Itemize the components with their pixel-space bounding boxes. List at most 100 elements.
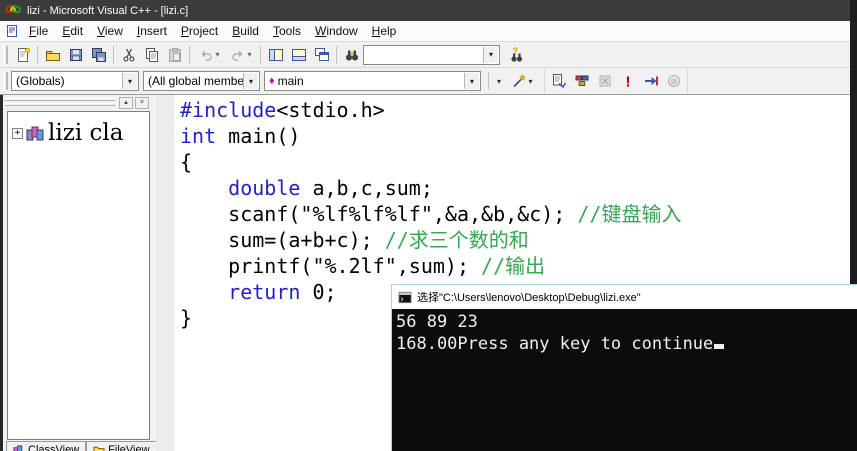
toolbar-separator xyxy=(488,72,489,90)
find-button[interactable] xyxy=(340,44,363,65)
paste-button[interactable] xyxy=(163,44,186,65)
toolbar-grip[interactable] xyxy=(3,46,8,64)
visual-cpp-logo-icon xyxy=(5,2,21,19)
toolbar-grip[interactable] xyxy=(3,72,8,90)
redo-icon xyxy=(230,47,246,63)
dropdown-arrow-icon[interactable]: ▾ xyxy=(528,77,532,86)
function-diamond-icon: ♦ xyxy=(269,75,275,87)
tab-fileview[interactable]: FileView xyxy=(86,441,156,451)
menu-items: FileEditViewInsertProjectBuildToolsWindo… xyxy=(22,22,403,40)
menu-window[interactable]: Window xyxy=(308,22,365,40)
drag-grip xyxy=(5,103,115,106)
save-all-button[interactable] xyxy=(87,44,110,65)
copy-icon xyxy=(144,47,160,63)
dropdown-arrow-icon[interactable]: ▾ xyxy=(464,73,479,89)
workspace-pane-header[interactable]: ▴ × xyxy=(5,97,149,109)
wizard-wand-button[interactable]: ▾ xyxy=(506,71,538,92)
toolbar-separator xyxy=(189,46,190,64)
open-file-icon xyxy=(45,47,61,63)
console-line: 56 89 23 xyxy=(396,311,857,333)
build-button[interactable] xyxy=(570,71,593,92)
console-cursor xyxy=(714,344,724,349)
workspace-pane-button[interactable] xyxy=(264,44,287,65)
console-line: 168.00Press any key to continue xyxy=(396,333,857,355)
search-in-files-button[interactable]: ? xyxy=(504,44,527,65)
dropdown-arrow-icon[interactable]: ▾ xyxy=(122,73,137,89)
compile-icon xyxy=(551,73,567,89)
window-list-icon xyxy=(314,47,330,63)
menu-build[interactable]: Build xyxy=(225,22,266,40)
code-line: { xyxy=(180,149,681,175)
document-system-icon[interactable] xyxy=(4,23,20,39)
toolbar-separator xyxy=(113,46,114,64)
save-button[interactable] xyxy=(64,44,87,65)
toolbar-separator xyxy=(260,46,261,64)
output-pane-button[interactable] xyxy=(287,44,310,65)
window-title: lizi - Microsoft Visual C++ - [lizi.c] xyxy=(27,5,188,17)
code-line: #include<stdio.h> xyxy=(180,97,681,123)
output-pane-icon xyxy=(291,47,307,63)
dropdown-arrow-icon[interactable]: ▾ xyxy=(215,50,219,59)
window-list-button[interactable] xyxy=(310,44,333,65)
tree-root-item[interactable]: + lizi cla xyxy=(8,112,149,146)
open-file-button[interactable] xyxy=(41,44,64,65)
fileview-icon xyxy=(93,444,105,451)
console-window[interactable]: 选择"C:\Users\lenovo\Desktop\Debug\lizi.ex… xyxy=(391,284,857,451)
save-icon xyxy=(68,47,84,63)
code-line: scanf("%lf%lf%lf",&a,&b,&c); //键盘输入 xyxy=(180,201,681,227)
pane-close-button[interactable]: × xyxy=(135,97,149,109)
console-icon xyxy=(398,291,412,304)
code-line: sum=(a+b+c); //求三个数的和 xyxy=(180,227,681,253)
menu-project[interactable]: Project xyxy=(174,22,225,40)
code-line: double a,b,c,sum; xyxy=(180,175,681,201)
find-combobox[interactable]: ▾ xyxy=(363,45,500,65)
new-file-button[interactable] xyxy=(11,44,34,65)
cut-button[interactable] xyxy=(117,44,140,65)
stop-build-icon xyxy=(597,73,613,89)
menu-tools[interactable]: Tools xyxy=(266,22,308,40)
wizardbar-toolbar: (Globals) ▾ (All global members) ▾ ♦ mai… xyxy=(0,68,850,95)
tab-label: FileView xyxy=(108,444,149,451)
dropdown-arrow-icon[interactable]: ▾ xyxy=(483,47,498,63)
cut-icon xyxy=(121,47,137,63)
menu-help[interactable]: Help xyxy=(365,22,404,40)
selection-margin xyxy=(156,95,174,451)
dropdown-arrow-icon[interactable]: ▾ xyxy=(247,50,251,59)
menu-view[interactable]: View xyxy=(90,22,130,40)
classes-combobox[interactable]: (Globals) ▾ xyxy=(11,71,139,91)
toolbar-separator xyxy=(336,46,337,64)
workspace-tabs: ClassView FileView xyxy=(6,441,157,451)
code-line: printf("%.2lf",sum); //输出 xyxy=(180,253,681,279)
undo-button[interactable]: ▾ xyxy=(193,44,225,65)
compile-button[interactable] xyxy=(547,71,570,92)
save-all-icon xyxy=(91,47,107,63)
members-combobox[interactable]: (All global members) ▾ xyxy=(143,71,260,91)
search-in-files-icon: ? xyxy=(508,47,524,63)
paste-icon xyxy=(167,47,183,63)
function-combobox[interactable]: ♦ main ▾ xyxy=(264,71,481,91)
copy-button[interactable] xyxy=(140,44,163,65)
menu-edit[interactable]: Edit xyxy=(55,22,90,40)
toolbar-separator xyxy=(37,46,38,64)
console-titlebar[interactable]: 选择"C:\Users\lenovo\Desktop\Debug\lizi.ex… xyxy=(392,285,857,309)
stop-build-button[interactable] xyxy=(593,71,616,92)
pane-minimize-button[interactable]: ▴ xyxy=(119,97,133,109)
menubar: FileEditViewInsertProjectBuildToolsWindo… xyxy=(0,21,850,42)
breakpoint-button[interactable] xyxy=(662,71,685,92)
console-title: 选择"C:\Users\lenovo\Desktop\Debug\lizi.ex… xyxy=(417,289,641,305)
dropdown-arrow-icon[interactable]: ▾ xyxy=(243,73,258,89)
classes-value: (Globals) xyxy=(16,74,82,88)
go-button[interactable] xyxy=(639,71,662,92)
workspace-pane: ▴ × + lizi cla xyxy=(3,95,153,451)
build-icon xyxy=(574,73,590,89)
svg-text:!: ! xyxy=(625,74,630,90)
menu-insert[interactable]: Insert xyxy=(130,22,174,40)
redo-button[interactable]: ▾ xyxy=(225,44,257,65)
tab-classview[interactable]: ClassView xyxy=(6,441,86,451)
wizard-actions-dropdown-button[interactable]: ▾ xyxy=(492,71,506,92)
tree-expand-icon[interactable]: + xyxy=(12,128,23,139)
menu-file[interactable]: File xyxy=(22,22,55,40)
tab-label: ClassView xyxy=(28,444,79,451)
execute-program-button[interactable]: ! xyxy=(616,71,639,92)
classview-tree: + lizi cla xyxy=(7,111,150,440)
